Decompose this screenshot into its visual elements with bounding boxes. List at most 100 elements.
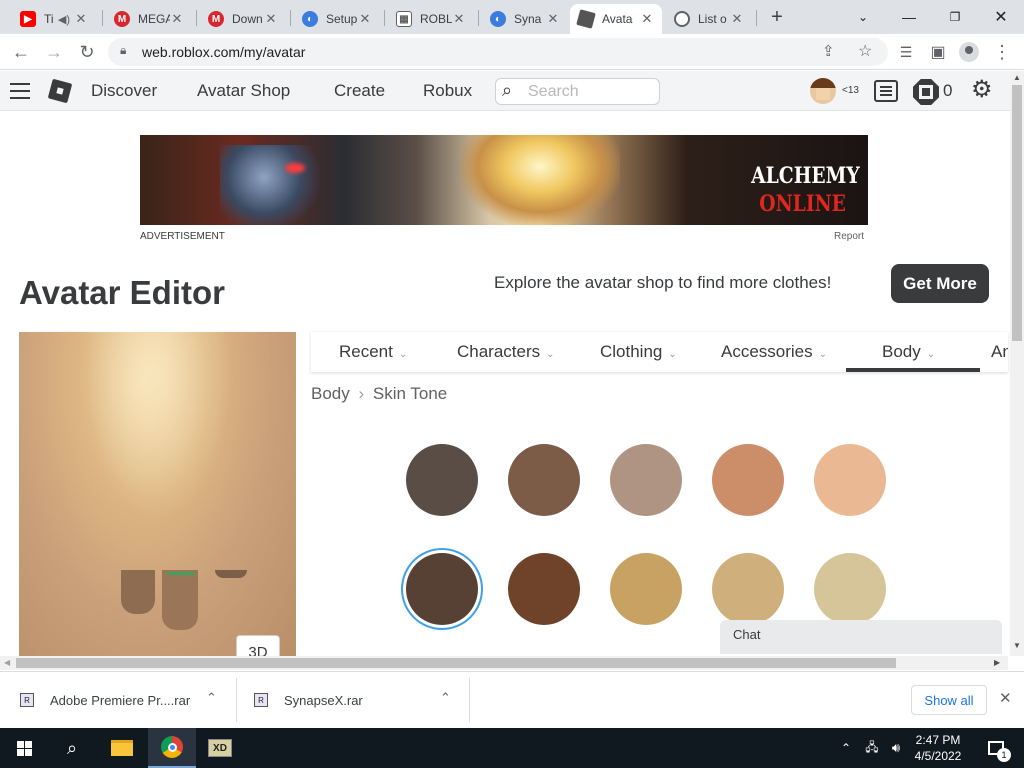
skin-tone-swatch[interactable] xyxy=(712,553,784,625)
restore-window-icon[interactable]: ❐ xyxy=(932,0,978,34)
breadcrumb-body[interactable]: Body xyxy=(311,384,350,403)
notifications-list-icon[interactable] xyxy=(874,80,898,102)
report-ad-link[interactable]: Report xyxy=(834,231,864,242)
skin-tone-swatch[interactable] xyxy=(814,444,886,516)
browser-tab-setup[interactable]: ◐ Setup ✕ xyxy=(294,4,380,34)
skin-tone-swatch[interactable] xyxy=(406,444,478,516)
notification-center-icon[interactable]: 1 xyxy=(978,728,1014,768)
browser-tab-avatar[interactable]: Avata ✕ xyxy=(570,4,662,34)
reload-icon[interactable]: ↻ xyxy=(75,40,99,64)
close-tab-icon[interactable]: ✕ xyxy=(358,11,372,27)
file-explorer-icon[interactable] xyxy=(98,728,146,768)
taskbar-search-icon[interactable]: ⌕ xyxy=(48,728,96,768)
download-item-premiere[interactable]: R Adobe Premiere Pr....rar ⌃ xyxy=(20,672,230,728)
scroll-up-arrow-icon[interactable]: ▲ xyxy=(1013,73,1021,82)
minimize-window-icon[interactable]: — xyxy=(886,0,932,34)
close-tab-icon[interactable]: ✕ xyxy=(170,11,184,27)
browser-menu-icon[interactable]: ⋮ xyxy=(990,40,1014,64)
roblox-navbar: Discover Avatar Shop Create Robux ⌕ Sear… xyxy=(0,71,1012,111)
tab-search-chevron-icon[interactable]: ⌄ xyxy=(840,0,886,34)
tab-accessories[interactable]: Accessories ⌄ xyxy=(721,342,827,362)
tab-animations[interactable]: Animations xyxy=(991,342,1008,362)
chevron-up-icon[interactable]: ⌃ xyxy=(206,690,217,706)
close-tab-icon[interactable]: ✕ xyxy=(452,11,466,27)
speaker-icon[interactable]: ◀) xyxy=(58,13,70,26)
close-tab-icon[interactable]: ✕ xyxy=(640,11,654,27)
ad-logo-line-1: ALCHEMY xyxy=(751,163,860,189)
roblox-logo-icon[interactable] xyxy=(47,78,73,104)
tab-label: Recent xyxy=(339,342,393,361)
tab-recent[interactable]: Recent ⌄ xyxy=(339,342,407,362)
horizontal-scroll-thumb[interactable] xyxy=(16,658,896,668)
browser-tab-list[interactable]: List o ✕ xyxy=(666,4,752,34)
chat-label: Chat xyxy=(733,627,761,642)
network-icon[interactable]: 🖧︎ xyxy=(858,728,886,768)
advertisement-banner[interactable]: ALCHEMY ONLINE xyxy=(140,135,868,225)
vertical-scrollbar[interactable]: ▲ ▼ xyxy=(1010,71,1024,656)
browser-tab-roblox[interactable]: ▦ ROBL ✕ xyxy=(388,4,474,34)
browser-tab-synapse[interactable]: ◐ Syna ✕ xyxy=(482,4,568,34)
skin-tone-swatch-selected[interactable] xyxy=(406,553,478,625)
vertical-scroll-thumb[interactable] xyxy=(1012,85,1022,341)
chevron-down-icon: ⌄ xyxy=(926,349,936,360)
skin-tone-swatch[interactable] xyxy=(814,553,886,625)
browser-tab-mega[interactable]: M MEGA ✕ xyxy=(106,4,192,34)
share-icon[interactable]: ⇪ xyxy=(822,42,835,60)
skin-tone-swatch[interactable] xyxy=(712,444,784,516)
profile-avatar-icon[interactable] xyxy=(957,40,981,64)
nav-discover[interactable]: Discover xyxy=(91,81,157,101)
synapse-x-taskbar-icon[interactable]: XD xyxy=(196,728,244,768)
horizontal-scrollbar[interactable]: ◀ ▶ xyxy=(0,656,1008,670)
user-avatar[interactable] xyxy=(810,78,836,104)
search-input[interactable]: ⌕ Search xyxy=(495,78,660,105)
skin-tone-swatch[interactable] xyxy=(508,553,580,625)
show-hidden-icons-chevron-icon[interactable]: ⌃ xyxy=(832,728,860,768)
new-tab-plus-icon[interactable]: + xyxy=(765,5,789,29)
tab-title: ROBL xyxy=(420,12,452,26)
browser-tab-youtube[interactable]: ▶ Ti ◀) ✕ xyxy=(12,4,96,34)
close-window-icon[interactable]: ✕ xyxy=(978,0,1024,34)
tab-label: Characters xyxy=(457,342,541,361)
volume-icon[interactable]: 🔊︎ xyxy=(884,728,908,768)
close-tab-icon[interactable]: ✕ xyxy=(264,11,278,27)
side-panel-icon[interactable]: ▣ xyxy=(926,40,950,64)
roblox-icon xyxy=(576,9,596,29)
nav-avatar-shop[interactable]: Avatar Shop xyxy=(197,81,290,101)
skin-tone-swatch[interactable] xyxy=(610,553,682,625)
taskbar-clock[interactable]: 2:47 PM 4/5/2022 xyxy=(910,732,966,764)
nav-robux[interactable]: Robux xyxy=(423,81,472,101)
hamburger-menu-icon[interactable] xyxy=(10,83,30,99)
robux-icon[interactable] xyxy=(913,79,939,105)
chevron-up-icon[interactable]: ⌃ xyxy=(440,690,451,706)
close-download-bar-icon[interactable]: ✕ xyxy=(999,689,1012,707)
download-separator xyxy=(236,678,237,722)
close-tab-icon[interactable]: ✕ xyxy=(730,11,744,27)
chrome-taskbar-icon[interactable] xyxy=(148,728,196,768)
reading-list-icon[interactable]: ☰ xyxy=(894,40,918,64)
scroll-right-arrow-icon[interactable]: ▶ xyxy=(994,658,1000,667)
tab-characters[interactable]: Characters ⌄ xyxy=(457,342,555,362)
get-more-button[interactable]: Get More xyxy=(891,264,989,303)
tab-clothing[interactable]: Clothing ⌄ xyxy=(600,342,677,362)
back-arrow-icon[interactable]: ← xyxy=(9,40,33,64)
close-tab-icon[interactable]: ✕ xyxy=(74,11,88,27)
tab-body[interactable]: Body ⌄ xyxy=(882,342,935,362)
chat-widget[interactable]: Chat xyxy=(720,620,1002,654)
explore-shop-text: Explore the avatar shop to find more clo… xyxy=(494,273,832,292)
avatar-preview[interactable] xyxy=(19,332,296,656)
forward-arrow-icon[interactable]: → xyxy=(42,40,66,64)
scroll-left-arrow-icon[interactable]: ◀ xyxy=(4,658,10,667)
scroll-down-arrow-icon[interactable]: ▼ xyxy=(1013,641,1021,650)
close-tab-icon[interactable]: ✕ xyxy=(546,11,560,27)
skin-tone-swatch[interactable] xyxy=(610,444,682,516)
globe-icon xyxy=(674,11,690,27)
show-all-downloads-button[interactable]: Show all xyxy=(911,685,987,715)
address-bar[interactable]: 🔒︎ web.roblox.com/my/avatar ⇪ ☆ xyxy=(108,38,888,66)
settings-gear-icon[interactable]: ⚙ xyxy=(971,77,993,103)
windows-start-icon[interactable] xyxy=(0,728,48,768)
download-item-synapsex[interactable]: R SynapseX.rar ⌃ xyxy=(254,672,464,728)
nav-create[interactable]: Create xyxy=(334,81,385,101)
skin-tone-swatch[interactable] xyxy=(508,444,580,516)
browser-tab-mega-download[interactable]: M Down ✕ xyxy=(200,4,286,34)
bookmark-star-icon[interactable]: ☆ xyxy=(858,41,872,61)
